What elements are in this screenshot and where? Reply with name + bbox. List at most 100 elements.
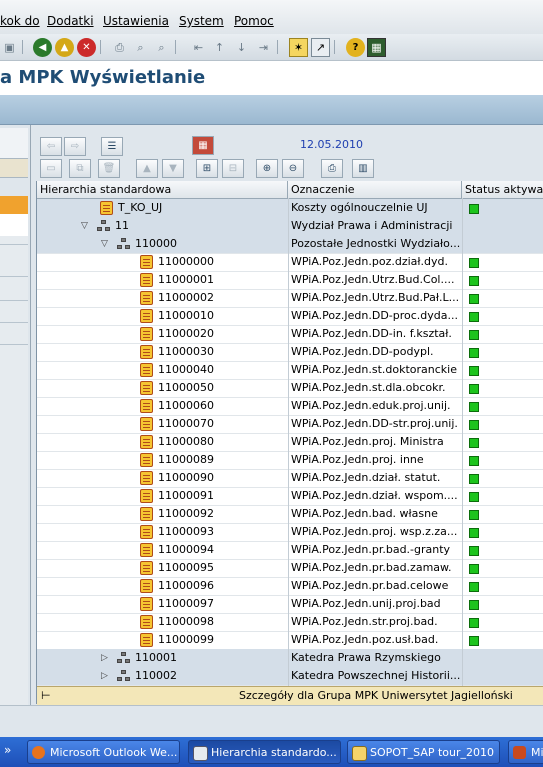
tree-node-label: 11000060 bbox=[158, 399, 214, 412]
menu-item-pomoc[interactable]: Pomoc bbox=[234, 14, 274, 28]
status-active-icon bbox=[469, 402, 479, 412]
first-page-icon[interactable]: ⇤ bbox=[189, 38, 208, 57]
details-footer[interactable]: ⊢ Szczegóły dla Grupa MPK Uniwersytet Ja… bbox=[37, 686, 543, 705]
expand-subtree-icon[interactable]: ⊕ bbox=[256, 159, 278, 178]
back-icon[interactable]: ◀ bbox=[33, 38, 52, 57]
create-icon[interactable]: ▭ bbox=[40, 159, 62, 178]
menu-item-dodatki[interactable]: Dodatki bbox=[47, 14, 94, 28]
new-session-icon[interactable]: ✶ bbox=[289, 38, 308, 57]
copy-icon[interactable]: ⧉ bbox=[69, 159, 91, 178]
collapse-toggle-icon[interactable]: ▽ bbox=[81, 217, 88, 235]
left-panel-selected-item[interactable] bbox=[0, 196, 28, 214]
description-cell: WPiA.Poz.Jedn.eduk.proj.unij. bbox=[291, 399, 451, 412]
cost-center-icon bbox=[140, 255, 153, 269]
tree-row[interactable]: 11000092 WPiA.Poz.Jedn.bad. własne bbox=[37, 505, 543, 524]
tree-row[interactable]: 11000098 WPiA.Poz.Jedn.str.proj.bad. bbox=[37, 613, 543, 632]
layout-menu-icon[interactable]: ▦ bbox=[367, 38, 386, 57]
find-next-icon[interactable]: ⌕ bbox=[152, 38, 171, 57]
tree-node-cell: ▷ 110001 bbox=[37, 649, 287, 667]
taskbar-button-sopot[interactable]: SOPOT_SAP tour_2010 bbox=[347, 740, 500, 764]
taskbar-button-powerpoint[interactable]: Mi bbox=[508, 740, 543, 764]
column-header-status[interactable]: Status aktywacji bbox=[462, 181, 543, 199]
left-panel-divider bbox=[0, 322, 28, 323]
tree-row[interactable]: 11000099 WPiA.Poz.Jedn.poz.usł.bad. bbox=[37, 631, 543, 650]
calendar-icon[interactable]: ▦ bbox=[192, 136, 214, 155]
tree-node-cell: 11000098 bbox=[37, 613, 287, 631]
status-active-icon bbox=[469, 564, 479, 574]
arrow-right-icon[interactable]: ⇨ bbox=[64, 137, 86, 156]
tree-node-label: 110000 bbox=[135, 237, 177, 250]
expand-toggle-icon[interactable]: ▷ bbox=[101, 667, 108, 685]
tree-row[interactable]: ▽ 11 Wydział Prawa i Administracji bbox=[37, 217, 543, 236]
find-icon[interactable]: ⌕ bbox=[131, 38, 150, 57]
hierarchy-group-icon bbox=[97, 220, 111, 232]
list-icon[interactable]: ☰ bbox=[101, 137, 123, 156]
column-config-icon[interactable]: ▥ bbox=[352, 159, 374, 178]
taskbar-button-hierarchy[interactable]: Hierarchia standardo... bbox=[188, 740, 341, 764]
menu-item-ustawienia[interactable]: Ustawienia bbox=[103, 14, 169, 28]
menu-item-kok-do[interactable]: kok do bbox=[0, 14, 40, 28]
left-panel-tab[interactable] bbox=[0, 159, 28, 178]
cancel-icon[interactable]: ✕ bbox=[77, 38, 96, 57]
previous-page-icon[interactable]: ↑ bbox=[210, 38, 229, 57]
delete-icon[interactable]: 🗑 bbox=[98, 159, 120, 178]
tree-row[interactable]: ▷ 110001 Katedra Prawa Rzymskiego bbox=[37, 649, 543, 668]
next-page-icon[interactable]: ↓ bbox=[232, 38, 251, 57]
tree-node-label: 110001 bbox=[135, 651, 177, 664]
column-header-description[interactable]: Oznaczenie bbox=[288, 181, 462, 199]
taskbar-button-outlook[interactable]: Microsoft Outlook We... bbox=[27, 740, 180, 764]
tree-row[interactable]: 11000070 WPiA.Poz.Jedn.DD-str.proj.unij. bbox=[37, 415, 543, 434]
description-cell: Koszty ogólnouczelnie UJ bbox=[291, 201, 428, 214]
tree-row[interactable]: 11000093 WPiA.Poz.Jedn.proj. wsp.z.za... bbox=[37, 523, 543, 542]
save-icon[interactable]: ▣ bbox=[0, 38, 19, 57]
left-panel-divider bbox=[0, 344, 28, 345]
tree-row[interactable]: ▽ 110000 Pozostałe Jednostki Wydziało... bbox=[37, 235, 543, 254]
toolbar-separator bbox=[277, 40, 278, 54]
hierarchy-group-icon bbox=[117, 238, 131, 250]
last-page-icon[interactable]: ⇥ bbox=[254, 38, 273, 57]
collapse-subtree-icon[interactable]: ⊖ bbox=[282, 159, 304, 178]
tree-node-label: 11000002 bbox=[158, 291, 214, 304]
tree-row[interactable]: 11000094 WPiA.Poz.Jedn.pr.bad.-granty bbox=[37, 541, 543, 560]
tree-row[interactable]: 11000010 WPiA.Poz.Jedn.DD-proc.dyda... bbox=[37, 307, 543, 326]
print-icon[interactable]: ⎙ bbox=[110, 38, 129, 57]
print-icon[interactable]: ⎙ bbox=[321, 159, 343, 178]
column-header-hierarchy[interactable]: Hierarchia standardowa bbox=[37, 181, 288, 199]
description-cell: Katedra Prawa Rzymskiego bbox=[291, 651, 441, 664]
move-up-icon[interactable]: ▲ bbox=[136, 159, 158, 178]
left-panel-header bbox=[0, 128, 28, 159]
tree-row[interactable]: 11000060 WPiA.Poz.Jedn.eduk.proj.unij. bbox=[37, 397, 543, 416]
expand-hierarchy-icon[interactable]: ⊞ bbox=[196, 159, 218, 178]
tree-row[interactable]: 11000096 WPiA.Poz.Jedn.pr.bad.celowe bbox=[37, 577, 543, 596]
tree-row[interactable]: T_KO_UJ Koszty ogólnouczelnie UJ bbox=[37, 199, 543, 218]
collapse-toggle-icon[interactable]: ▽ bbox=[101, 235, 108, 253]
tree-row[interactable]: 11000000 WPiA.Poz.Jedn.poz.dział.dyd. bbox=[37, 253, 543, 272]
tree-node-label: 11000001 bbox=[158, 273, 214, 286]
quick-launch-chevron-icon[interactable]: » bbox=[4, 743, 11, 757]
tree-node-cell: 11000090 bbox=[37, 469, 287, 487]
exit-icon[interactable]: ▲ bbox=[55, 38, 74, 57]
description-cell: WPiA.Poz.Jedn.st.doktoranckie bbox=[291, 363, 457, 376]
tree-row[interactable]: 11000095 WPiA.Poz.Jedn.pr.bad.zamaw. bbox=[37, 559, 543, 578]
menu-item-system[interactable]: System bbox=[179, 14, 224, 28]
move-down-icon[interactable]: ▼ bbox=[162, 159, 184, 178]
tree-row[interactable]: 11000091 WPiA.Poz.Jedn.dział. wspom.... bbox=[37, 487, 543, 506]
help-icon[interactable]: ? bbox=[346, 38, 365, 57]
tree-row[interactable]: 11000030 WPiA.Poz.Jedn.DD-podypl. bbox=[37, 343, 543, 362]
tree-row[interactable]: 11000040 WPiA.Poz.Jedn.st.doktoranckie bbox=[37, 361, 543, 380]
tree-row[interactable]: 11000002 WPiA.Poz.Jedn.Utrz.Bud.Pał.L... bbox=[37, 289, 543, 308]
shortcut-icon[interactable]: ↗ bbox=[311, 38, 330, 57]
tree-row[interactable]: 11000020 WPiA.Poz.Jedn.DD-in. f.kształ. bbox=[37, 325, 543, 344]
tree-row[interactable]: 11000080 WPiA.Poz.Jedn.proj. Ministra bbox=[37, 433, 543, 452]
arrow-left-icon[interactable]: ⇦ bbox=[40, 137, 62, 156]
tree-row[interactable]: ▷ 110002 Katedra Powszechnej Historii... bbox=[37, 667, 543, 686]
collapse-hierarchy-icon[interactable]: ⊟ bbox=[222, 159, 244, 178]
tree-row[interactable]: 11000001 WPiA.Poz.Jedn.Utrz.Bud.Col.... bbox=[37, 271, 543, 290]
expand-toggle-icon[interactable]: ▷ bbox=[101, 649, 108, 667]
left-panel-item[interactable] bbox=[0, 214, 28, 237]
tree-row[interactable]: 11000090 WPiA.Poz.Jedn.dział. statut. bbox=[37, 469, 543, 488]
tree-node-label: 11000096 bbox=[158, 579, 214, 592]
tree-row[interactable]: 11000089 WPiA.Poz.Jedn.proj. inne bbox=[37, 451, 543, 470]
tree-row[interactable]: 11000050 WPiA.Poz.Jedn.st.dla.obcokr. bbox=[37, 379, 543, 398]
tree-row[interactable]: 11000097 WPiA.Poz.Jedn.unij.proj.bad bbox=[37, 595, 543, 614]
